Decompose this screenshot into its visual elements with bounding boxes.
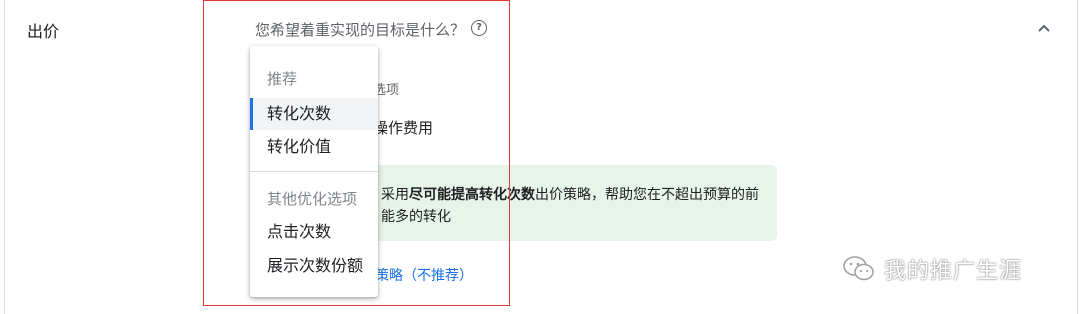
menu-item-impression-share[interactable]: 展示次数份额 [250, 250, 378, 282]
help-circle-icon[interactable]: ? [471, 20, 487, 36]
menu-divider [250, 171, 378, 172]
menu-item-conversion-value[interactable]: 转化价值 [250, 131, 378, 163]
group-label-other: 其他优化选项 [267, 190, 358, 208]
recommendation-line1: 采用尽可能提高转化次数出价策略，帮助您在不超出预算的前 [381, 187, 759, 203]
recommendation-line2: 能多的转化 [381, 209, 451, 225]
chevron-up-icon[interactable] [1035, 20, 1053, 38]
watermark-text: 我的推广生涯 [884, 259, 1023, 284]
menu-item-conversions[interactable]: 转化次数 [250, 98, 378, 130]
wechat-icon [843, 256, 874, 281]
goal-dropdown-menu: 推荐 转化次数 转化价值 其他优化选项 点击次数 展示次数份额 [250, 46, 378, 297]
option-value: 操作费用 [373, 119, 434, 137]
menu-item-clicks[interactable]: 点击次数 [250, 216, 378, 248]
goal-question: 您希望着重实现的目标是什么？ [255, 21, 466, 39]
group-label-recommended: 推荐 [267, 70, 298, 88]
strategy-link[interactable]: 策略（不推荐） [375, 265, 473, 285]
section-title: 出价 [27, 22, 60, 41]
watermark: 我的推广生涯 [842, 253, 1022, 285]
